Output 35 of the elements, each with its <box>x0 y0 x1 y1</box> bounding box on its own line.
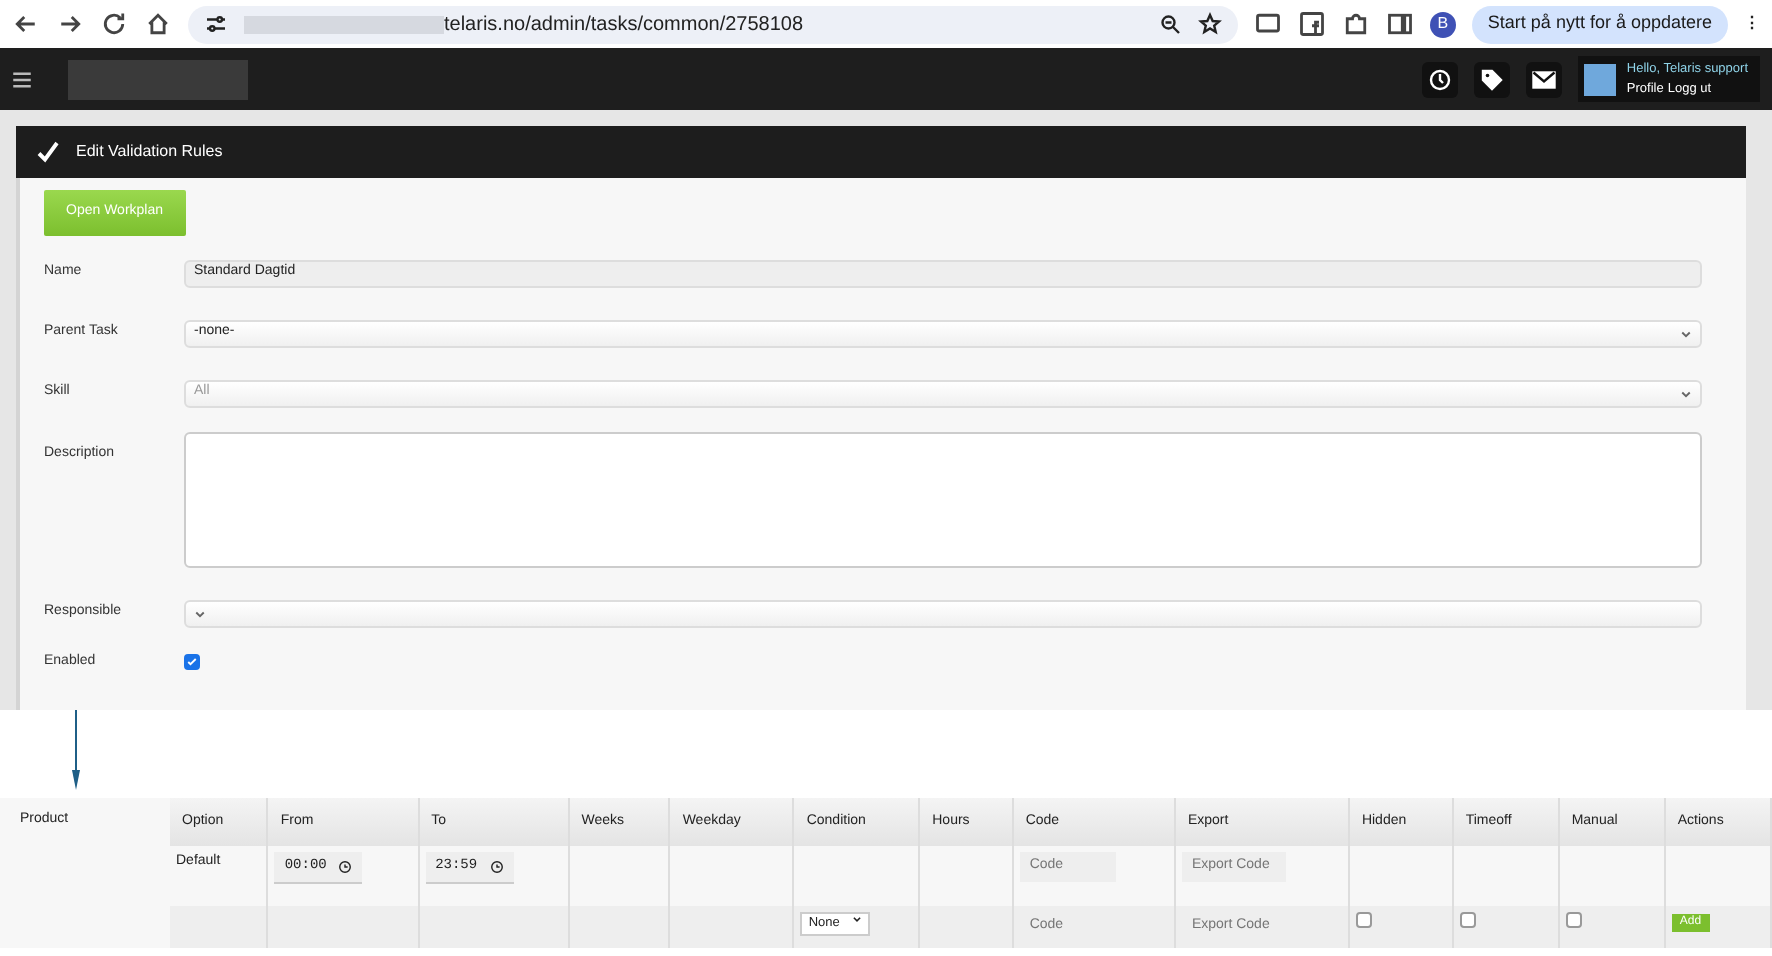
site-settings-icon[interactable] <box>204 12 228 36</box>
down-arrow-icon <box>68 710 84 790</box>
textarea-field[interactable] <box>184 431 1702 567</box>
menu-icon[interactable]: ⋮ <box>1744 12 1760 36</box>
checkbox[interactable] <box>1459 912 1476 928</box>
extension-icon[interactable] <box>1253 10 1282 38</box>
update-button[interactable]: Start på nytt for å oppdatere <box>1471 5 1728 43</box>
envelope-icon <box>1532 67 1557 91</box>
puzzle-icon[interactable] <box>1341 10 1370 38</box>
mail-button[interactable] <box>1526 61 1563 97</box>
clock-button[interactable] <box>1422 61 1459 97</box>
star-icon[interactable] <box>1197 12 1222 36</box>
avatar-placeholder <box>1584 63 1617 95</box>
clock-icon <box>1428 67 1453 91</box>
checkbox[interactable] <box>1565 912 1582 928</box>
reload-icon[interactable] <box>100 10 128 38</box>
checkbox[interactable] <box>1355 912 1372 928</box>
tags-button[interactable] <box>1474 61 1511 97</box>
checkbox[interactable] <box>184 653 200 670</box>
checkmark-icon <box>36 140 60 164</box>
home-icon[interactable] <box>144 10 172 38</box>
forward-icon[interactable] <box>56 10 84 38</box>
clock-icon <box>338 859 353 874</box>
tag-icon <box>1480 67 1505 91</box>
profile-avatar[interactable]: B <box>1429 11 1456 37</box>
check-icon <box>186 655 198 668</box>
url-text: telaris.no/admin/tasks/common/2758108 <box>444 11 806 39</box>
zoom-icon[interactable] <box>1157 12 1182 36</box>
address-bar[interactable]: telaris.no/admin/tasks/common/2758108 <box>188 5 1238 43</box>
select-field[interactable] <box>184 599 1702 627</box>
back-icon[interactable] <box>12 10 40 38</box>
side-panel-icon[interactable] <box>1385 10 1414 38</box>
clock-icon <box>489 859 504 874</box>
menu-icon[interactable] <box>12 69 32 89</box>
panel-title: Edit Validation Rules <box>76 140 223 164</box>
